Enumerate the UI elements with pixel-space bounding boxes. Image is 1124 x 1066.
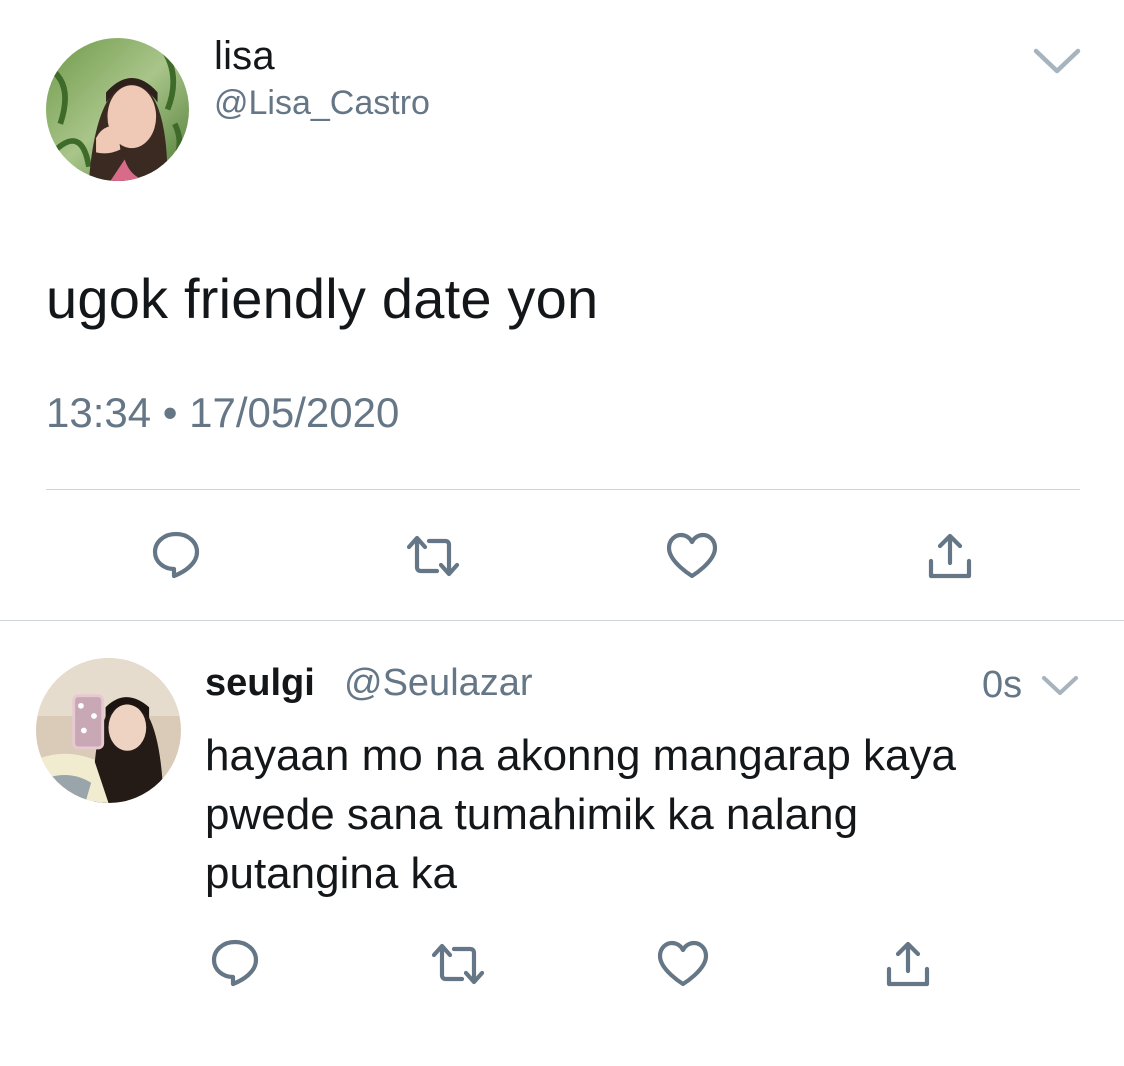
reply-button[interactable] bbox=[207, 934, 263, 990]
like-icon bbox=[657, 940, 709, 987]
divider bbox=[46, 489, 1080, 490]
reply-button[interactable] bbox=[148, 526, 204, 582]
profile-photo-icon bbox=[36, 658, 181, 803]
tweet-timestamp: 13:34 • 17/05/2020 bbox=[46, 389, 400, 436]
tweet-text-line: pwede sana tumahimik ka nalang bbox=[205, 790, 859, 839]
tweet-text: ugok friendly date yon bbox=[46, 267, 599, 330]
retweet-button[interactable] bbox=[430, 936, 486, 992]
like-button[interactable] bbox=[655, 936, 711, 992]
display-name[interactable]: lisa bbox=[214, 34, 275, 79]
tweet-time: 0s bbox=[982, 664, 1023, 706]
user-handle[interactable]: @Seulazar bbox=[344, 662, 533, 705]
retweet-button[interactable] bbox=[405, 528, 461, 584]
tweet-text: hayaan mo na akonng mangarap kaya pwede … bbox=[205, 726, 1085, 903]
like-icon bbox=[666, 532, 718, 579]
chevron-down-icon[interactable] bbox=[1032, 46, 1082, 76]
user-handle[interactable]: @Lisa_Castro bbox=[214, 84, 430, 123]
section-divider bbox=[0, 620, 1124, 621]
reply-icon bbox=[152, 531, 200, 579]
reply-icon bbox=[211, 939, 259, 987]
display-name[interactable]: seulgi bbox=[205, 662, 315, 705]
share-button[interactable] bbox=[880, 936, 936, 992]
share-icon bbox=[928, 533, 972, 579]
tweet-text-line: hayaan mo na akonng mangarap kaya bbox=[205, 731, 956, 780]
avatar-lisa[interactable] bbox=[46, 38, 189, 181]
avatar-seulgi[interactable] bbox=[36, 658, 181, 803]
share-button[interactable] bbox=[922, 528, 978, 584]
retweet-icon bbox=[406, 535, 460, 577]
share-icon bbox=[886, 941, 930, 987]
chevron-down-icon[interactable] bbox=[1040, 674, 1080, 698]
like-button[interactable] bbox=[664, 528, 720, 584]
retweet-icon bbox=[431, 943, 485, 985]
profile-photo-icon bbox=[46, 38, 189, 181]
tweet-text-line: putangina ka bbox=[205, 849, 457, 898]
